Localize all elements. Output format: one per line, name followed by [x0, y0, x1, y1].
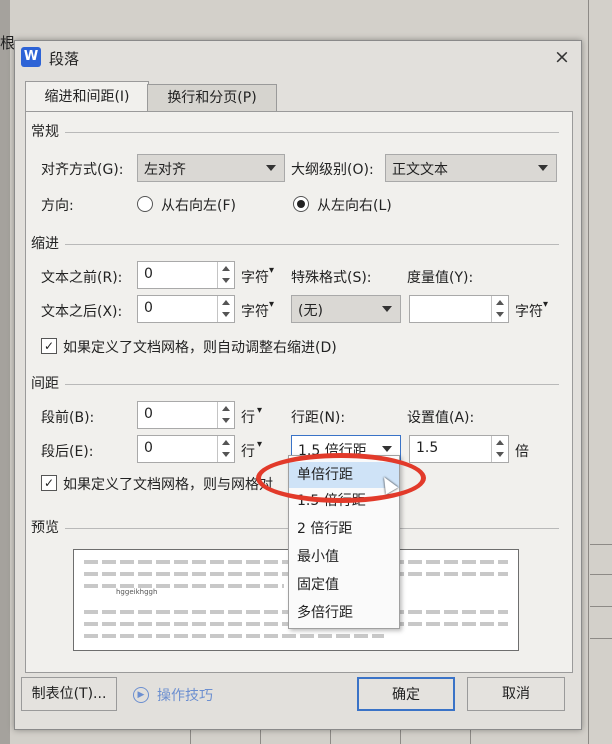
chevron-down-icon[interactable]: ▾ — [257, 405, 262, 416]
preview-sample-text: hggeikhggh — [116, 588, 158, 596]
spinner-icon[interactable] — [217, 402, 234, 428]
outline-label: 大纲级别(O): — [291, 162, 374, 178]
title-bar: W 段落 × — [15, 41, 581, 75]
option-fixed[interactable]: 固定值 — [289, 572, 399, 598]
rtl-label: 从右向左(F) — [161, 198, 236, 214]
outline-select[interactable]: 正文文本 — [385, 154, 557, 182]
auto-adjust-label: 如果定义了文档网格，则自动调整右缩进(D) — [63, 340, 337, 356]
section-indent: 缩进 — [31, 236, 59, 252]
spacing-after-label: 段后(E): — [41, 444, 94, 460]
set-value-unit: 倍 — [515, 444, 529, 460]
spinner-icon[interactable] — [217, 296, 234, 322]
chevron-down-icon[interactable]: ▾ — [257, 439, 262, 450]
tab-indent-spacing[interactable]: 缩进和间距(I) — [25, 81, 149, 113]
spacing-after-unit[interactable]: 行 — [241, 441, 255, 461]
indent-before-unit[interactable]: 字符 — [241, 267, 269, 287]
preview-line — [84, 584, 284, 588]
spinner-icon[interactable] — [491, 296, 508, 322]
indent-after-unit[interactable]: 字符 — [241, 301, 269, 321]
auto-adjust-checkbox[interactable]: ✓ — [41, 338, 57, 354]
set-value-label: 设置值(A): — [407, 410, 475, 426]
outline-value: 正文文本 — [392, 162, 448, 178]
indent-before-input[interactable]: 0 — [137, 261, 235, 289]
measure-label: 度量值(Y): — [407, 270, 474, 286]
align-value: 左对齐 — [144, 162, 186, 178]
set-value-value: 1.5 — [416, 440, 439, 456]
chevron-down-icon[interactable]: ▾ — [269, 265, 274, 276]
play-icon: ▶ — [133, 687, 149, 703]
tabs-button[interactable]: 制表位(T)... — [21, 677, 117, 711]
indent-after-label: 文本之后(X): — [41, 304, 123, 320]
option-multiple[interactable]: 多倍行距 — [289, 600, 399, 626]
ltr-radio[interactable] — [293, 196, 309, 212]
chevron-down-icon[interactable]: ▾ — [269, 299, 274, 310]
spacing-before-input[interactable]: 0 — [137, 401, 235, 429]
rtl-radio[interactable] — [137, 196, 153, 212]
spinner-icon[interactable] — [217, 262, 234, 288]
special-format-label: 特殊格式(S): — [291, 270, 372, 286]
chevron-down-icon[interactable]: ▾ — [543, 299, 548, 310]
cancel-button[interactable]: 取消 — [467, 677, 565, 711]
grid-align-label: 如果定义了文档网格，则与网格对 — [63, 477, 273, 493]
grid-align-checkbox[interactable]: ✓ — [41, 475, 57, 491]
spacing-before-value: 0 — [144, 406, 153, 422]
highlight-ellipse — [256, 453, 426, 503]
spacing-after-input[interactable]: 0 — [137, 435, 235, 463]
section-general: 常规 — [31, 124, 59, 140]
spacing-after-value: 0 — [144, 440, 153, 456]
divider — [65, 384, 559, 385]
indent-before-label: 文本之前(R): — [41, 270, 123, 286]
background-text: 根 — [0, 34, 16, 52]
indent-after-value: 0 — [144, 300, 153, 316]
set-value-input[interactable]: 1.5 — [409, 435, 509, 463]
ltr-label: 从左向右(L) — [317, 198, 392, 214]
spacing-before-unit[interactable]: 行 — [241, 407, 255, 427]
spinner-icon[interactable] — [491, 436, 508, 462]
section-spacing: 间距 — [31, 376, 59, 392]
preview-line — [84, 634, 384, 638]
measure-input[interactable] — [409, 295, 509, 323]
spinner-icon[interactable] — [217, 436, 234, 462]
chevron-down-icon — [382, 306, 392, 312]
chevron-down-icon — [266, 165, 276, 171]
special-format-select[interactable]: (无) — [291, 295, 401, 323]
line-spacing-label: 行距(N): — [291, 410, 346, 426]
chevron-down-icon — [382, 446, 392, 452]
align-label: 对齐方式(G): — [41, 162, 124, 178]
special-format-value: (无) — [298, 303, 323, 319]
ok-button[interactable]: 确定 — [357, 677, 455, 711]
divider — [65, 244, 559, 245]
option-minimum[interactable]: 最小值 — [289, 544, 399, 570]
option-double[interactable]: 2 倍行距 — [289, 516, 399, 542]
indent-after-input[interactable]: 0 — [137, 295, 235, 323]
spacing-before-label: 段前(B): — [41, 410, 95, 426]
dialog-title: 段落 — [49, 50, 80, 68]
measure-unit[interactable]: 字符 — [515, 301, 543, 321]
align-select[interactable]: 左对齐 — [137, 154, 285, 182]
close-icon[interactable]: × — [549, 45, 575, 69]
wps-writer-icon: W — [21, 47, 41, 67]
indent-before-value: 0 — [144, 266, 153, 282]
section-preview: 预览 — [31, 520, 59, 536]
tab-line-page-breaks[interactable]: 换行和分页(P) — [147, 84, 277, 112]
direction-label: 方向: — [41, 198, 74, 214]
tips-link[interactable]: 操作技巧 — [157, 685, 213, 705]
chevron-down-icon — [538, 165, 548, 171]
divider — [65, 132, 559, 133]
